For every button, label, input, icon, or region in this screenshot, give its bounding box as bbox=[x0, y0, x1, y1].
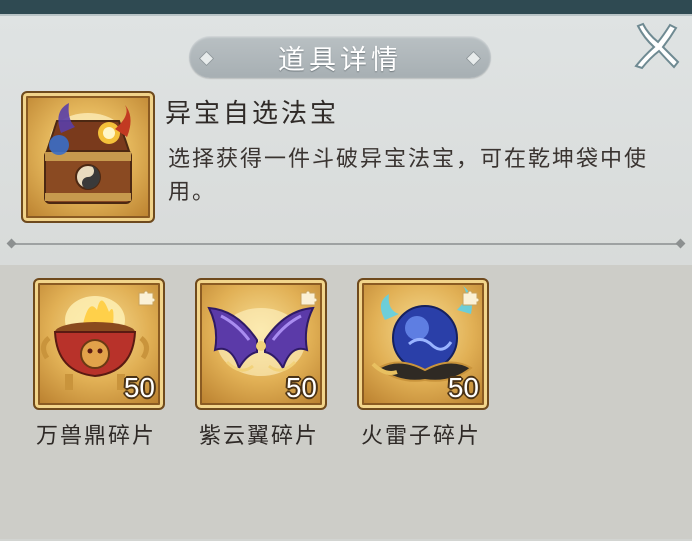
fragment-count: 50 bbox=[123, 372, 155, 403]
fragment-puzzle-icon bbox=[138, 290, 156, 306]
divider bbox=[12, 243, 680, 245]
fragment-card-1[interactable]: 50 bbox=[33, 278, 165, 410]
fragment-count: 50 bbox=[285, 372, 317, 403]
fragment-puzzle-icon bbox=[300, 290, 318, 306]
treasure-chest-icon bbox=[21, 91, 155, 223]
fragment-label-3: 火雷子碎片 bbox=[360, 424, 481, 449]
fragment-label-1: 万兽鼎碎片 bbox=[35, 424, 156, 449]
fragment-count: 50 bbox=[447, 372, 479, 403]
close-icon bbox=[634, 22, 680, 70]
fragment-label-2: 紫云翼碎片 bbox=[198, 424, 319, 449]
fragment-card-2[interactable]: 50 bbox=[195, 278, 327, 410]
item-name: 异宝自选法宝 bbox=[165, 99, 340, 129]
fragment-puzzle-icon bbox=[462, 290, 480, 306]
fragment-card-3[interactable]: 50 bbox=[357, 278, 489, 410]
title-banner: 道具详情 bbox=[189, 36, 491, 78]
item-description: 选择获得一件斗破异宝法宝，可在乾坤袋中使用。 bbox=[168, 147, 649, 205]
close-button[interactable] bbox=[630, 20, 680, 72]
dialog-title: 道具详情 bbox=[278, 44, 402, 76]
